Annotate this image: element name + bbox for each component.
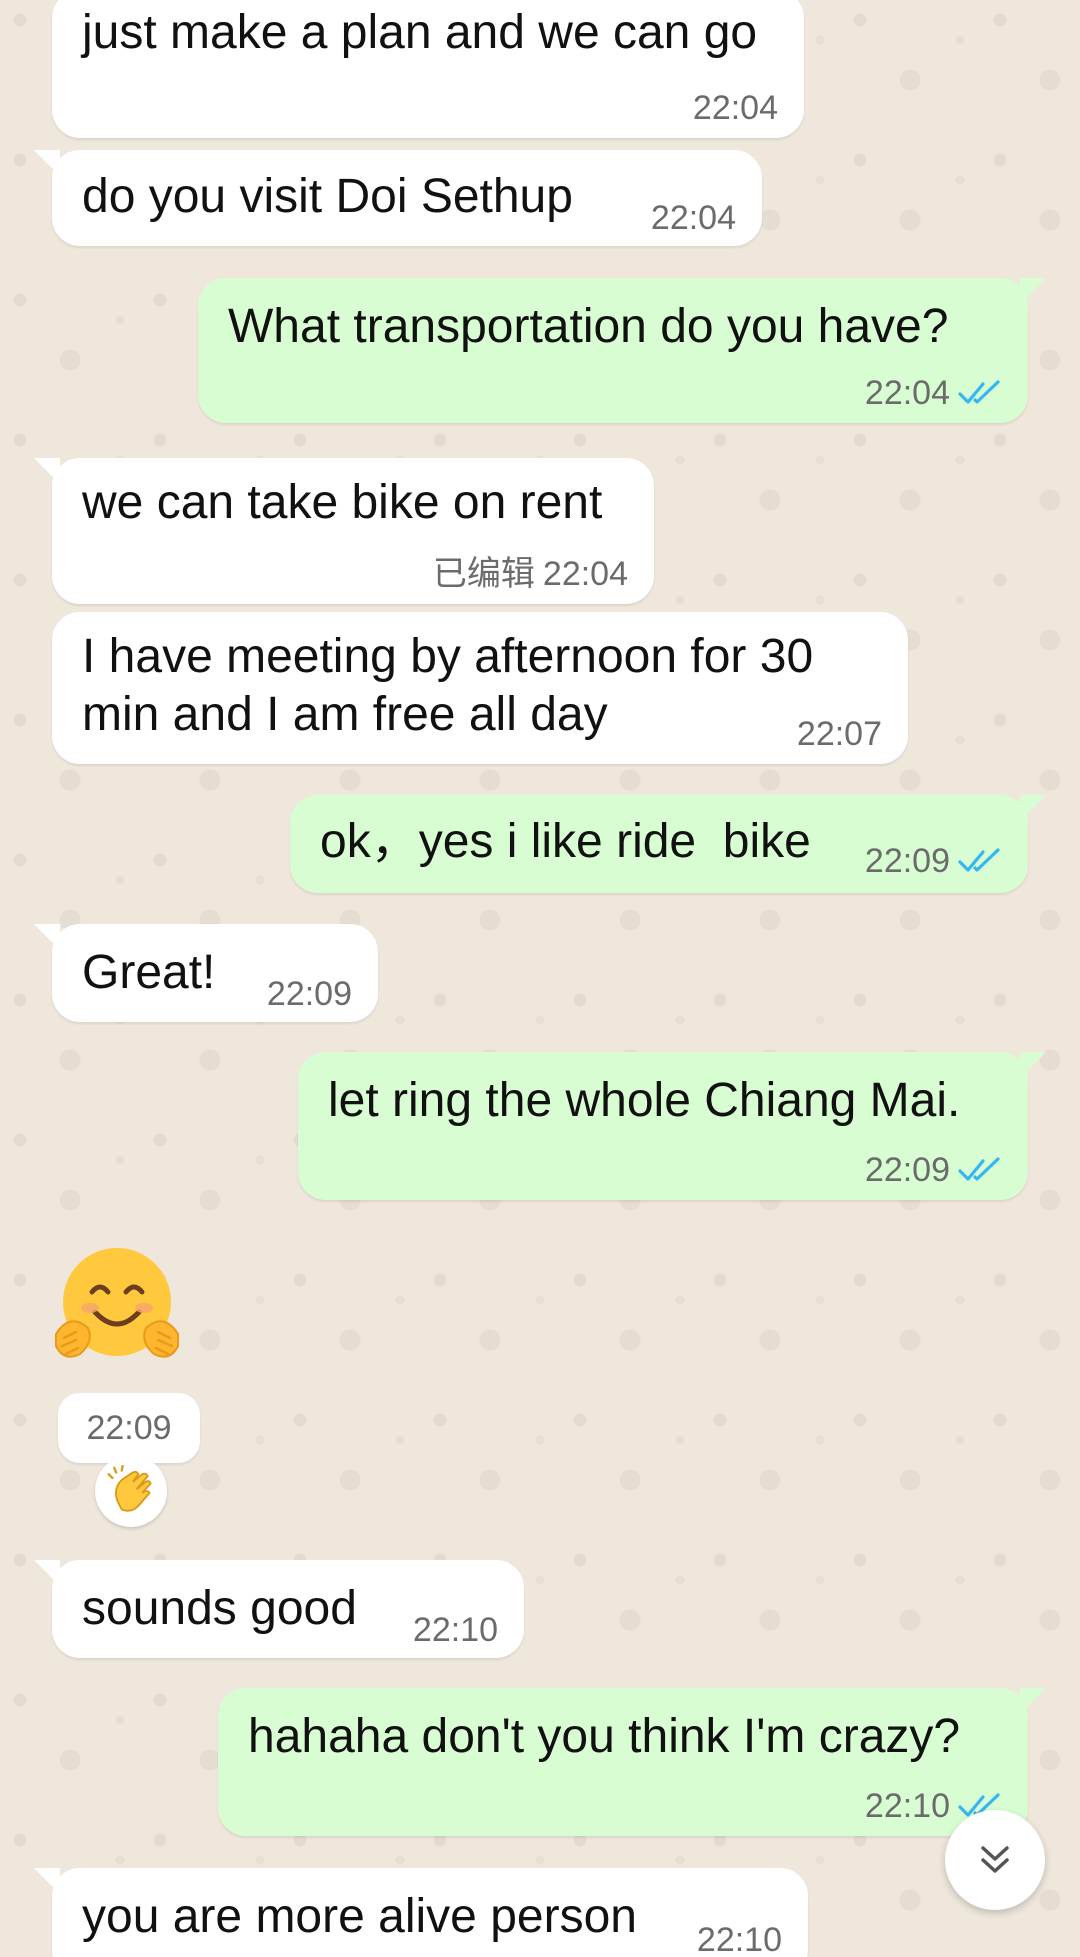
message-time: 22:10 <box>864 1787 950 1825</box>
message-meta: 22:09 <box>865 1150 1002 1190</box>
message-text: ok，yes i like ride bike <box>320 815 811 868</box>
double-chevron-down-icon <box>981 1846 1009 1873</box>
clapping-hands-reaction-icon[interactable] <box>95 1455 167 1527</box>
message-meta: 22:10 <box>697 1920 782 1957</box>
message-meta: 22:10 <box>413 1610 498 1650</box>
message-text: we can take bike on rent <box>82 476 603 529</box>
message-meta: 22:04 <box>693 88 778 128</box>
message-bubble-incoming[interactable]: just make a plan and we can go 22:04 <box>52 0 804 138</box>
message-text: sounds good <box>82 1582 357 1635</box>
double-check-read-icon <box>958 1157 1000 1181</box>
message-text: What transportation do you have? <box>228 300 949 353</box>
message-bubble-incoming[interactable]: Great! 22:09 <box>34 924 378 1022</box>
message-bubble-incoming[interactable]: I have meeting by afternoon for 30 min a… <box>52 612 908 764</box>
message-meta: 22:04 <box>865 373 1002 413</box>
message-bubble-outgoing[interactable]: hahaha don't you think I'm crazy? 22:10 <box>218 1688 1046 1836</box>
message-text: Great! <box>82 946 216 999</box>
message-time: 22:04 <box>692 89 778 127</box>
message-time: 22:09 <box>266 975 352 1013</box>
message-text: do you visit Doi Sethup <box>82 170 573 223</box>
message-bubble-incoming[interactable]: we can take bike on rent 已编辑 22:04 <box>34 458 654 604</box>
scroll-to-bottom-button[interactable] <box>945 1810 1045 1910</box>
double-check-read-icon <box>958 848 1000 872</box>
message-meta: 22:07 <box>797 714 882 754</box>
message-bubble-outgoing[interactable]: let ring the whole Chiang Mai. 22:09 <box>298 1052 1046 1200</box>
message-time: 22:09 <box>864 1151 950 1189</box>
message-bubble-incoming[interactable]: sounds good 22:10 <box>34 1560 524 1658</box>
message-text: I have meeting by afternoon for 30 min a… <box>82 630 814 741</box>
message-meta: 22:09 <box>267 974 352 1014</box>
message-time: 22:10 <box>696 1921 782 1957</box>
message-time: 22:07 <box>796 715 882 753</box>
message-text: you are more alive person <box>82 1890 637 1943</box>
emoji-message-time: 22:09 <box>58 1393 200 1463</box>
message-meta: 22:09 <box>865 841 1002 881</box>
chat-view: just make a plan and we can go 22:04 do … <box>0 0 1080 1957</box>
hugging-face-emoji-icon[interactable] <box>50 1242 184 1376</box>
message-text: hahaha don't you think I'm crazy? <box>248 1710 961 1763</box>
message-time: 22:04 <box>542 555 628 593</box>
double-check-read-icon <box>958 380 1000 404</box>
message-time: 22:04 <box>650 199 736 237</box>
message-time: 22:04 <box>864 374 950 412</box>
message-meta: 22:04 <box>651 198 736 238</box>
message-text: just make a plan and we can go <box>82 6 758 59</box>
message-meta: 已编辑 22:04 <box>433 554 628 594</box>
message-bubble-outgoing[interactable]: What transportation do you have? 22:04 <box>198 278 1046 423</box>
message-time: 22:09 <box>864 842 950 880</box>
message-time: 22:10 <box>412 1611 498 1649</box>
message-bubble-incoming[interactable]: you are more alive person 22:10 <box>34 1868 808 1957</box>
message-bubble-outgoing[interactable]: ok，yes i like ride bike 22:09 <box>290 795 1046 893</box>
message-text: let ring the whole Chiang Mai. <box>328 1074 961 1127</box>
edited-label: 已编辑 <box>432 555 535 593</box>
message-bubble-incoming[interactable]: do you visit Doi Sethup 22:04 <box>34 150 762 246</box>
